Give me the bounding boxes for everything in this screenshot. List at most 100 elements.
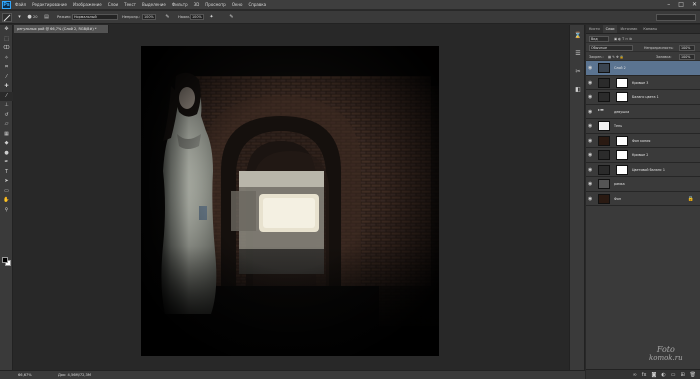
opacity-field[interactable]: 100%: [142, 14, 156, 20]
layer-row[interactable]: ◉ Фон 🔒: [586, 191, 700, 206]
minimize-button[interactable]: –: [667, 1, 670, 8]
brush-size-icon: ●: [27, 14, 32, 20]
mode-select[interactable]: Нормальный: [72, 14, 118, 20]
menu-view[interactable]: Просмотр: [205, 2, 226, 7]
menu-3d[interactable]: 3D: [194, 2, 200, 7]
foreground-color-swatch[interactable]: [2, 257, 8, 263]
layer-row[interactable]: ◉ Кривые 2: [586, 148, 700, 163]
airbrush-icon[interactable]: ✦: [208, 14, 215, 21]
workspace-select[interactable]: [656, 14, 696, 21]
properties-panel-icon[interactable]: ☰: [571, 47, 585, 61]
dodge-tool-icon[interactable]: ●: [0, 149, 13, 159]
history-brush-icon[interactable]: ↺: [0, 111, 13, 121]
menu-type[interactable]: Текст: [124, 2, 136, 7]
visibility-eye-icon[interactable]: ◉: [588, 80, 594, 86]
layer-row[interactable]: ◉ ▸▬ девушка: [586, 104, 700, 119]
layer-thumbnail: [598, 164, 610, 175]
brush-panel-icon[interactable]: ▤: [43, 14, 50, 21]
layer-mask-thumbnail[interactable]: [616, 77, 628, 88]
visibility-eye-icon[interactable]: ◉: [588, 123, 594, 129]
filter-icons[interactable]: ▣ ◐ T ▭ ⧉: [614, 37, 632, 41]
menu-help[interactable]: Справка: [248, 2, 266, 7]
magic-wand-icon[interactable]: ✧: [0, 54, 13, 64]
menu-select[interactable]: Выделение: [142, 2, 166, 7]
visibility-eye-icon[interactable]: ◉: [588, 94, 594, 100]
visibility-eye-icon[interactable]: ◉: [588, 181, 594, 187]
new-group-icon[interactable]: ▭: [671, 370, 676, 379]
menu-file[interactable]: Файл: [15, 2, 26, 7]
link-layers-icon[interactable]: ∞: [633, 370, 637, 379]
tab-layers[interactable]: Слои: [602, 25, 618, 33]
path-selection-icon[interactable]: ➤: [0, 177, 13, 187]
shape-tool-icon[interactable]: ▭: [0, 187, 13, 197]
layer-name: Цветовой баланс 1: [632, 167, 665, 172]
blur-tool-icon[interactable]: ◆: [0, 139, 13, 149]
hand-tool-icon[interactable]: ✋: [0, 196, 13, 206]
flow-field[interactable]: 100%: [190, 14, 204, 20]
menu-filter[interactable]: Фильтр: [172, 2, 188, 7]
layer-row[interactable]: ◉ Цветовой баланс 1: [586, 162, 700, 177]
close-button[interactable]: ✕: [692, 1, 697, 8]
eyedropper-icon[interactable]: ⁄: [0, 73, 13, 83]
maximize-button[interactable]: □: [678, 1, 684, 8]
tab-channels[interactable]: Каналы: [640, 25, 660, 33]
pen-tool-icon[interactable]: ✒: [0, 158, 13, 168]
visibility-eye-icon[interactable]: ◉: [588, 109, 594, 115]
tools-panel-icon[interactable]: ✂: [571, 65, 585, 79]
tab-brushes[interactable]: Кисти: [586, 25, 603, 33]
tool-preset-picker[interactable]: [2, 13, 12, 22]
visibility-eye-icon[interactable]: ◉: [588, 167, 594, 173]
document-tab[interactable]: регульных рой @ 66,7% (Слой 2, RGB/8#) *: [14, 25, 109, 33]
visibility-eye-icon[interactable]: ◉: [588, 138, 594, 144]
pressure-opacity-icon[interactable]: ✎: [164, 14, 171, 21]
menu-window[interactable]: Окно: [232, 2, 243, 7]
layer-row[interactable]: ◉ Баланс цвета 1: [586, 90, 700, 105]
move-tool-icon[interactable]: ✥: [0, 25, 13, 35]
menu-bar: Ps Файл Редактирование Изображение Слои …: [0, 0, 700, 10]
menu-edit[interactable]: Редактирование: [32, 2, 67, 7]
eraser-tool-icon[interactable]: ▱: [0, 120, 13, 130]
layer-style-icon[interactable]: fx: [642, 370, 647, 379]
pressure-size-icon[interactable]: ✎: [228, 14, 235, 21]
new-layer-icon[interactable]: ⊞: [680, 370, 684, 379]
brush-picker-icon[interactable]: ▾: [16, 14, 23, 21]
lock-icons[interactable]: ▦ ✎ ✥ 🔒: [608, 55, 624, 59]
delete-layer-icon[interactable]: 🗑: [690, 370, 696, 379]
crop-tool-icon[interactable]: ⌗: [0, 63, 13, 73]
doc-size-info[interactable]: Док: 4,56M/72,3M: [58, 373, 91, 377]
layer-row[interactable]: ◉ рамка: [586, 177, 700, 192]
layer-row[interactable]: ◉ Кривые 3: [586, 75, 700, 90]
tab-source[interactable]: Источник: [617, 25, 640, 33]
healing-brush-icon[interactable]: ✚: [0, 82, 13, 92]
layer-mask-thumbnail[interactable]: [616, 164, 628, 175]
adjustment-layer-icon[interactable]: ◐: [661, 370, 665, 379]
gradient-tool-icon[interactable]: ▦: [0, 130, 13, 140]
layer-mask-thumbnail[interactable]: [616, 150, 628, 160]
layer-row[interactable]: ◉ Фон копия: [586, 133, 700, 148]
fill-field[interactable]: 100%: [679, 53, 695, 60]
layer-row[interactable]: ◉ Тень: [586, 119, 700, 134]
blend-mode-select[interactable]: Обычные: [589, 44, 633, 51]
color-swatches[interactable]: [2, 257, 12, 267]
type-tool-icon[interactable]: T: [0, 168, 13, 178]
layer-mask-thumbnail[interactable]: [616, 135, 628, 146]
add-mask-icon[interactable]: ◙: [651, 370, 656, 379]
marquee-tool-icon[interactable]: ⬚: [0, 35, 13, 45]
brush-tool-icon[interactable]: ⁄: [0, 91, 13, 101]
adjustments-panel-icon[interactable]: ◧: [571, 83, 585, 97]
visibility-eye-icon[interactable]: ◉: [588, 152, 594, 158]
visibility-eye-icon[interactable]: ◉: [588, 65, 594, 71]
lasso-tool-icon[interactable]: ↀ: [0, 44, 13, 54]
visibility-eye-icon[interactable]: ◉: [588, 196, 594, 202]
menu-layers[interactable]: Слои: [108, 2, 118, 7]
layer-opacity-field[interactable]: 100%: [679, 44, 695, 51]
layer-kind-filter[interactable]: Вид: [589, 35, 609, 42]
zoom-tool-icon[interactable]: ⚲: [0, 206, 13, 216]
zoom-level[interactable]: 66,67%: [18, 373, 32, 377]
layer-row[interactable]: ◉ Слой 2: [586, 61, 700, 76]
history-panel-icon[interactable]: ⌛: [571, 29, 585, 43]
document-canvas[interactable]: [141, 46, 439, 356]
menu-image[interactable]: Изображение: [73, 2, 102, 7]
layer-mask-thumbnail[interactable]: [616, 92, 628, 102]
clone-stamp-icon[interactable]: ⊥: [0, 101, 13, 111]
